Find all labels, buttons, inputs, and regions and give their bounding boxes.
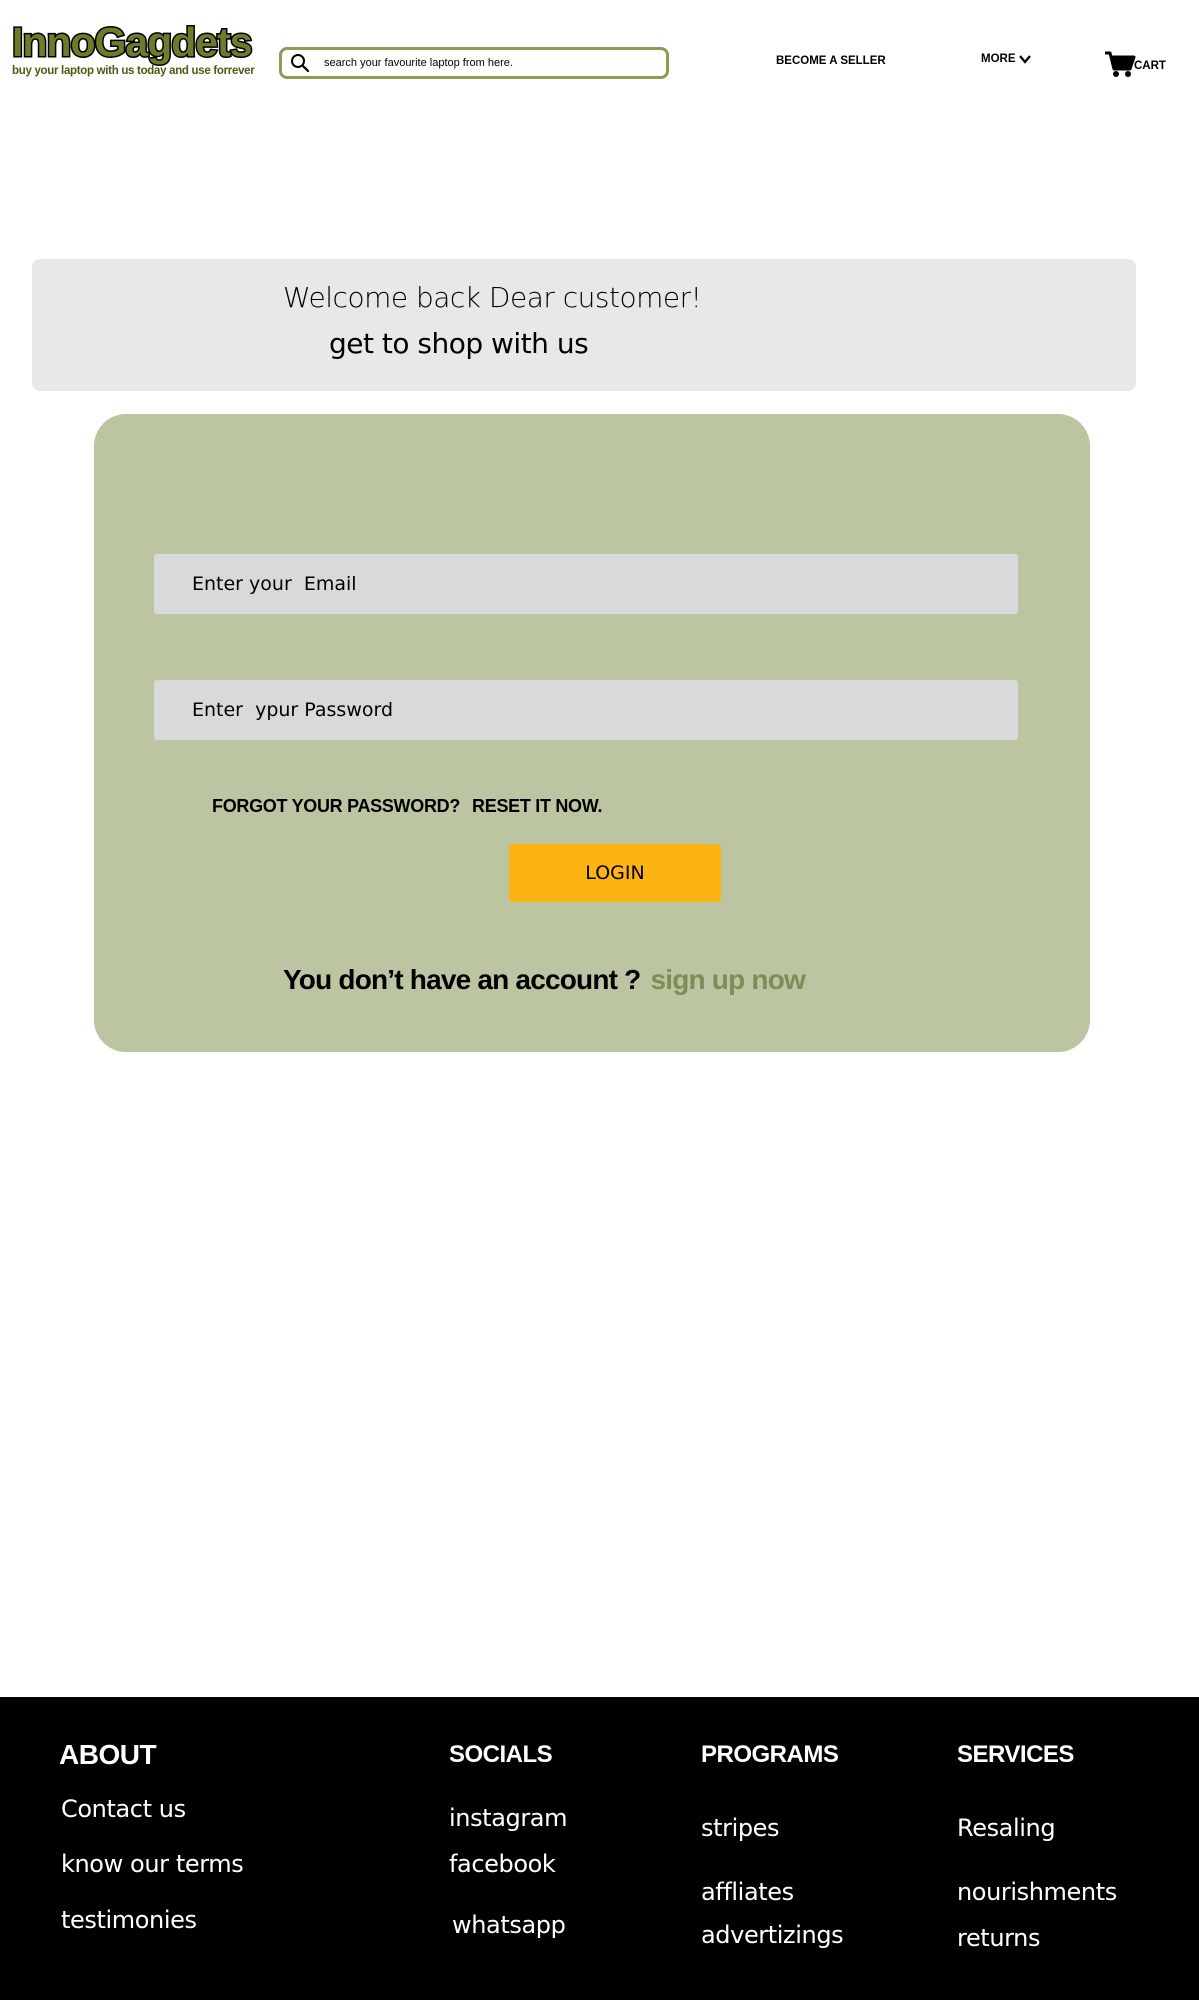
forgot-password-text: FORGOT YOUR PASSWORD?: [212, 796, 461, 816]
footer-link-returns[interactable]: returns: [957, 1924, 1040, 1952]
search-icon[interactable]: [290, 53, 310, 73]
footer-link-advertizings[interactable]: advertizings: [701, 1921, 844, 1949]
forgot-password-row: FORGOT YOUR PASSWORD? RESET IT NOW.: [212, 796, 602, 817]
cart-label: CART: [1134, 60, 1166, 72]
login-button[interactable]: LOGIN: [509, 844, 721, 902]
footer-link-stripes[interactable]: stripes: [701, 1814, 780, 1842]
footer-link-resaling[interactable]: Resaling: [957, 1814, 1056, 1842]
logo[interactable]: InnoGagdets buy your laptop with us toda…: [11, 19, 255, 78]
more-label: MORE: [981, 53, 1016, 65]
logo-tagline: buy your laptop with us today and use fo…: [12, 65, 255, 77]
footer-link-facebook[interactable]: facebook: [449, 1850, 556, 1878]
footer-heading-programs: PROGRAMS: [701, 1741, 839, 1768]
password-field[interactable]: [154, 680, 1018, 740]
welcome-title: Welcome back Dear customer!: [283, 281, 702, 314]
email-field[interactable]: [154, 554, 1018, 614]
reset-password-link[interactable]: RESET IT NOW.: [472, 796, 602, 816]
cart-icon: [1105, 51, 1136, 77]
signup-prompt: You don’t have an account ? sign up now: [283, 964, 806, 996]
login-card: FORGOT YOUR PASSWORD? RESET IT NOW. LOGIN…: [94, 414, 1090, 1052]
footer-link-affliates[interactable]: affliates: [701, 1878, 794, 1906]
chevron-down-icon: [1018, 55, 1031, 64]
become-seller-link[interactable]: BECOME A SELLER: [776, 55, 886, 67]
search-input[interactable]: [324, 53, 654, 73]
search-bar: [279, 47, 669, 79]
footer-link-terms[interactable]: know our terms: [61, 1850, 244, 1878]
welcome-banner: Welcome back Dear customer! get to shop …: [32, 259, 1136, 391]
footer-link-contact[interactable]: Contact us: [61, 1795, 186, 1823]
footer-link-nourishments[interactable]: nourishments: [957, 1878, 1117, 1906]
footer-heading-about: ABOUT: [59, 1739, 157, 1770]
signup-link[interactable]: sign up now: [650, 964, 805, 995]
page-body: InnoGagdets buy your laptop with us toda…: [0, 0, 1199, 1697]
cart-button[interactable]: CART: [1104, 50, 1166, 78]
no-account-text: You don’t have an account ?: [283, 964, 641, 995]
footer-heading-services: SERVICES: [957, 1741, 1074, 1768]
footer-link-whatsapp[interactable]: whatsapp: [452, 1911, 566, 1939]
footer-link-instagram[interactable]: instagram: [449, 1804, 567, 1832]
footer-heading-socials: SOCIALS: [449, 1741, 553, 1768]
footer-link-testimonies[interactable]: testimonies: [61, 1906, 197, 1934]
welcome-subtitle: get to shop with us: [329, 327, 589, 360]
footer: ABOUT Contact us know our terms testimon…: [0, 1697, 1199, 2000]
logo-title: InnoGagdets: [11, 19, 255, 66]
more-menu[interactable]: MORE: [981, 53, 1031, 65]
